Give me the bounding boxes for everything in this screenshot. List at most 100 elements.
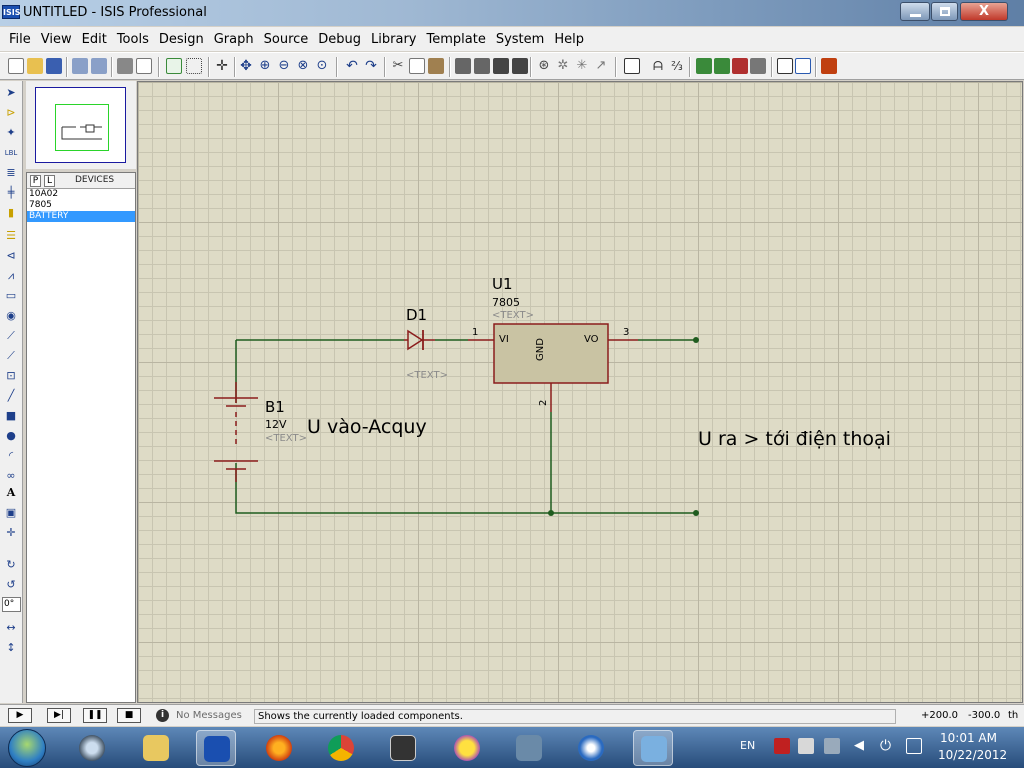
component-mode-icon[interactable]: ⊳ [4, 106, 18, 120]
print-icon[interactable] [117, 58, 133, 74]
menu-source[interactable]: Source [259, 32, 314, 47]
rotation-angle-field[interactable]: 0° [2, 597, 21, 612]
mirror-horizontal-icon[interactable]: ↔ [4, 621, 18, 635]
subcircuit-icon[interactable]: ▮ [4, 206, 18, 220]
grid-icon[interactable] [186, 58, 202, 74]
network-icon[interactable] [824, 738, 840, 754]
taskbar-isis[interactable] [196, 730, 236, 766]
text-tool-icon[interactable]: A [4, 486, 18, 500]
ground-junction-dot[interactable] [548, 510, 554, 516]
add-sheet-icon[interactable] [714, 58, 730, 74]
taskbar-network-app[interactable] [509, 730, 549, 766]
symbol-tool-icon[interactable]: ▣ [4, 506, 18, 520]
wire-battery-to-ground[interactable] [235, 463, 696, 514]
rotate-anticlockwise-icon[interactable]: ↺ [4, 578, 18, 592]
clock-time[interactable]: 10:01 AM [940, 731, 997, 745]
language-indicator[interactable]: EN [740, 739, 755, 752]
circle-tool-icon[interactable]: ● [4, 429, 18, 443]
menu-debug[interactable]: Debug [313, 32, 366, 47]
taskbar-explorer[interactable] [136, 730, 176, 766]
electrical-rules-icon[interactable] [795, 58, 811, 74]
marker-tool-icon[interactable]: ✛ [4, 526, 18, 540]
rotate-clockwise-icon[interactable]: ↻ [4, 558, 18, 572]
bill-of-materials-icon[interactable] [777, 58, 793, 74]
wire-autorouter-icon[interactable] [624, 58, 640, 74]
pan-icon[interactable]: ✥ [238, 58, 254, 74]
cut-icon[interactable]: ✂ [390, 58, 406, 74]
new-file-icon[interactable] [8, 58, 24, 74]
selection-mode-icon[interactable]: ➤ [4, 86, 18, 100]
maximize-button[interactable] [931, 2, 958, 21]
regulator-u1[interactable] [468, 323, 638, 412]
mirror-vertical-icon[interactable]: ↕ [4, 641, 18, 655]
menu-template[interactable]: Template [422, 32, 491, 47]
path-tool-icon[interactable]: ∞ [4, 469, 18, 483]
paste-icon[interactable] [428, 58, 444, 74]
taskbar-media-player[interactable] [571, 730, 611, 766]
device-pins-icon[interactable]: ⊲ [4, 249, 18, 263]
undo-icon[interactable]: ↶ [344, 58, 360, 74]
new-sheet-icon[interactable] [696, 58, 712, 74]
box-tool-icon[interactable]: ■ [4, 409, 18, 423]
menu-system[interactable]: System [491, 32, 549, 47]
pick-devices-button[interactable]: P [30, 175, 41, 187]
virtual-instruments-icon[interactable]: ⊡ [4, 369, 18, 383]
clock-date[interactable]: 10/22/2012 [938, 748, 1007, 762]
print-area-icon[interactable] [136, 58, 152, 74]
show-desktop-icon[interactable] [906, 738, 922, 754]
u1-value[interactable]: 7805 [492, 296, 520, 309]
origin-icon[interactable]: ✛ [214, 58, 230, 74]
text-script-icon[interactable]: ≣ [4, 166, 18, 180]
goto-sheet-icon[interactable] [750, 58, 766, 74]
taskbar-firefox[interactable] [259, 730, 299, 766]
block-rotate-icon[interactable] [493, 58, 509, 74]
minimize-button[interactable] [900, 2, 930, 21]
menu-tools[interactable]: Tools [112, 32, 154, 47]
menu-edit[interactable]: Edit [77, 32, 112, 47]
pause-button[interactable]: ❚❚ [83, 708, 107, 723]
schematic-canvas[interactable]: D1 <TEXT> U1 7805 <TEXT> 1 VI VO 3 GND 2… [137, 81, 1023, 703]
wire-label-icon[interactable]: LBL [4, 146, 18, 160]
delete-sheet-icon[interactable] [732, 58, 748, 74]
b1-reference[interactable]: B1 [265, 398, 285, 416]
menu-library[interactable]: Library [366, 32, 421, 47]
junction-dot-icon[interactable]: ✦ [4, 126, 18, 140]
export-icon[interactable] [91, 58, 107, 74]
make-device-icon[interactable]: ✲ [555, 58, 571, 74]
menu-graph[interactable]: Graph [209, 32, 259, 47]
generator-icon[interactable]: ◉ [4, 309, 18, 323]
start-button[interactable] [8, 729, 46, 767]
taskbar-app-1[interactable] [72, 730, 112, 766]
d1-reference[interactable]: D1 [406, 306, 427, 324]
netlist-to-ares-icon[interactable] [821, 58, 837, 74]
zoom-in-icon[interactable]: ⊕ [257, 58, 273, 74]
messages-status[interactable]: No Messages [176, 710, 242, 721]
diode-d1[interactable] [404, 329, 435, 351]
redraw-icon[interactable] [166, 58, 182, 74]
close-button[interactable]: X [960, 2, 1008, 21]
zoom-out-icon[interactable]: ⊖ [276, 58, 292, 74]
library-manager-button[interactable]: L [44, 175, 55, 187]
output-terminal-dot[interactable] [693, 337, 699, 343]
menu-help[interactable]: Help [549, 32, 589, 47]
device-item-10a02[interactable]: 10A02 [27, 189, 135, 200]
current-probe-icon[interactable]: ⟋ [4, 349, 18, 363]
flag-icon[interactable] [798, 738, 814, 754]
info-icon[interactable]: i [156, 709, 169, 722]
buses-icon[interactable]: ╪ [4, 186, 18, 200]
taskbar-lcd-app[interactable] [383, 730, 423, 766]
b1-value[interactable]: 12V [265, 418, 287, 431]
arc-tool-icon[interactable]: ◜ [4, 449, 18, 463]
b1-text-placeholder[interactable]: <TEXT> [265, 433, 307, 444]
decompose-icon[interactable]: ↗ [593, 58, 609, 74]
taskbar-yahoo[interactable] [447, 730, 487, 766]
volume-icon[interactable]: ◀ [854, 738, 870, 754]
save-icon[interactable] [46, 58, 62, 74]
power-icon[interactable]: ⏻ [880, 738, 896, 754]
overview-window[interactable] [35, 87, 126, 163]
stop-button[interactable]: ■ [117, 708, 141, 723]
zoom-all-icon[interactable]: ⊗ [295, 58, 311, 74]
menu-file[interactable]: File [4, 32, 36, 47]
voltage-probe-icon[interactable]: ⟋ [4, 329, 18, 343]
open-folder-icon[interactable] [27, 58, 43, 74]
